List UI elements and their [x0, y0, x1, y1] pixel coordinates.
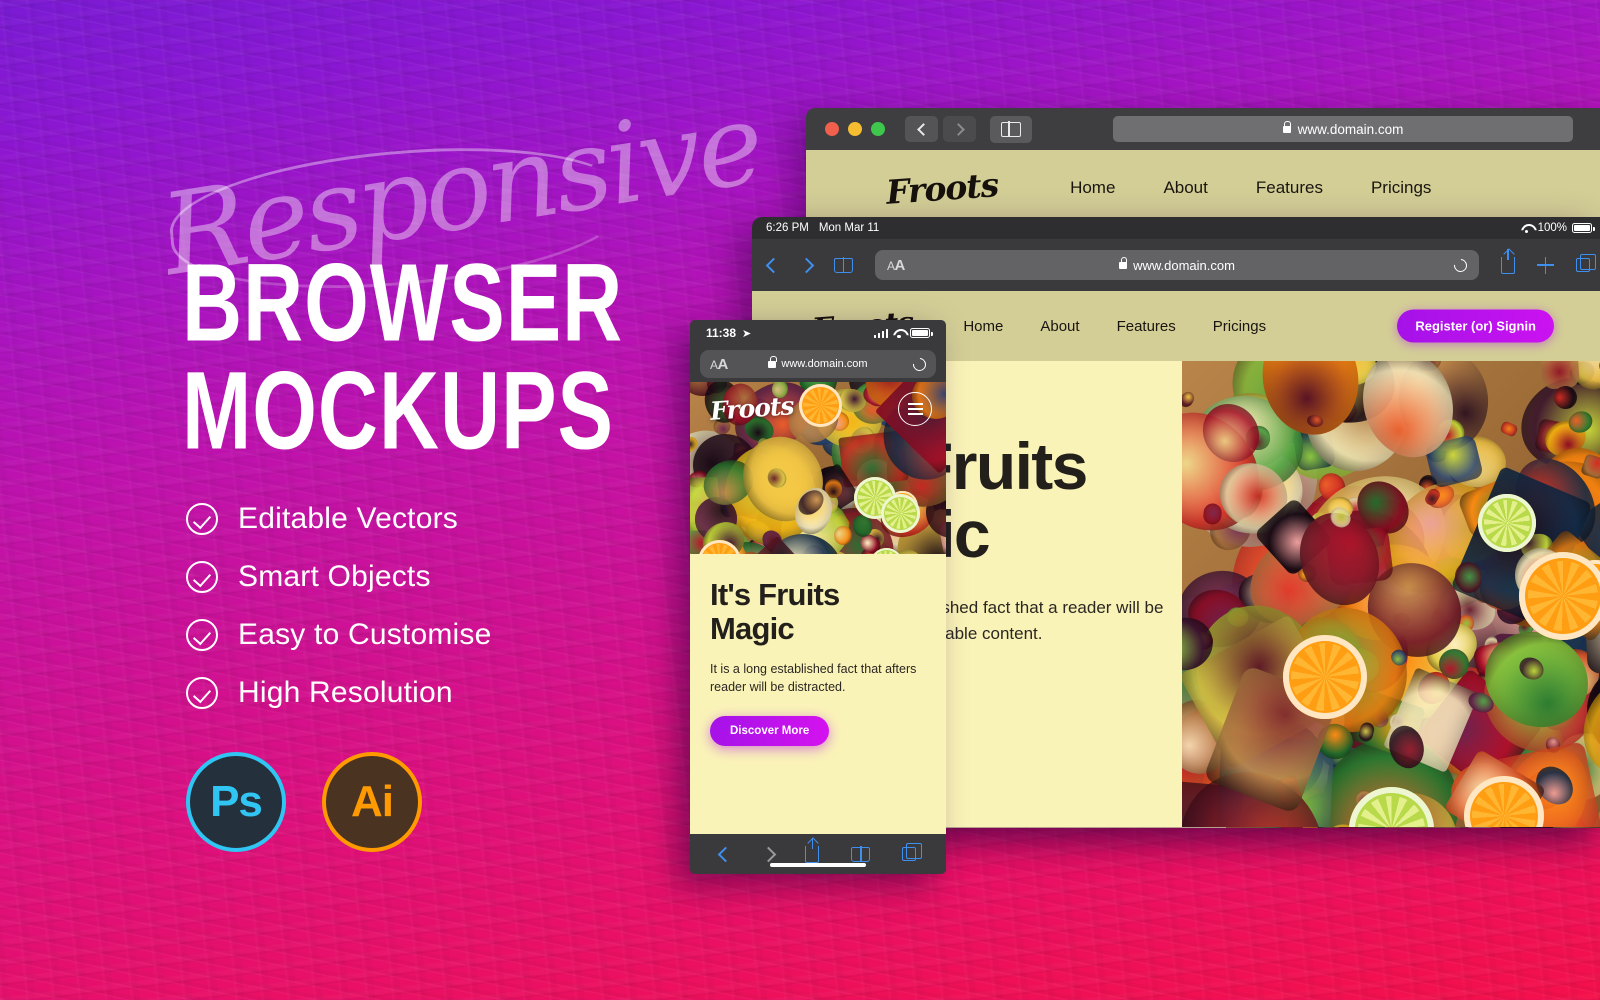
phone-page-content: Froots It's Fruits Magic It is a long es…: [690, 382, 946, 834]
forward-button[interactable]: [760, 846, 776, 862]
address-url: www.domain.com: [781, 358, 868, 370]
tabs-button[interactable]: [902, 843, 923, 861]
check-circle-icon: [186, 677, 218, 709]
illustrator-badge: Ai: [322, 752, 422, 852]
chevron-right-icon: [951, 122, 965, 136]
nav-link-home[interactable]: Home: [1070, 178, 1115, 198]
tablet-browser-toolbar: AA www.domain.com: [752, 239, 1600, 291]
back-button[interactable]: [717, 846, 734, 862]
status-time: 6:26 PM: [766, 222, 809, 234]
address-url-wrapper: www.domain.com: [875, 257, 1479, 273]
headline-line-2: MOCKUPS: [182, 348, 614, 473]
phone-browser-toolbar: AA www.domain.com: [690, 346, 946, 382]
lock-icon: [768, 356, 777, 368]
phone-tab-bar: [690, 834, 946, 874]
back-button[interactable]: [765, 257, 782, 273]
share-button[interactable]: [1501, 248, 1515, 274]
address-bar[interactable]: AA www.domain.com: [875, 250, 1479, 280]
address-bar-wrapper: www.domain.com: [1092, 116, 1594, 142]
nav-link-pricings[interactable]: Pricings: [1213, 318, 1266, 335]
tablet-status-bar: 6:26 PM Mon Mar 11 100%: [752, 217, 1600, 239]
window-controls[interactable]: [825, 122, 885, 136]
check-circle-icon: [186, 503, 218, 535]
feature-label: High Resolution: [238, 676, 453, 709]
check-circle-icon: [186, 561, 218, 593]
zoom-button[interactable]: [871, 122, 885, 136]
nav-link-home[interactable]: Home: [963, 318, 1003, 335]
software-badges: Ps Ai: [186, 752, 422, 852]
address-url: www.domain.com: [1297, 121, 1404, 137]
list-item: Editable Vectors: [186, 490, 492, 548]
check-circle-icon: [186, 619, 218, 651]
bookmarks-button[interactable]: [834, 256, 853, 274]
site-nav-links: Home About Features Pricings: [1070, 178, 1431, 198]
feature-label: Editable Vectors: [238, 502, 458, 535]
battery-percent: 100%: [1537, 222, 1567, 234]
address-bar[interactable]: AA www.domain.com: [700, 350, 936, 378]
cellular-signal-icon: [873, 328, 888, 338]
address-url-wrapper: www.domain.com: [700, 356, 936, 370]
share-button[interactable]: [805, 837, 820, 863]
status-date: Mon Mar 11: [818, 222, 880, 234]
list-item: High Resolution: [186, 664, 492, 722]
forward-button[interactable]: [798, 257, 815, 273]
status-indicators: 100%: [1521, 222, 1595, 234]
discover-more-button[interactable]: Discover More: [710, 716, 830, 747]
navigation-buttons[interactable]: [905, 116, 976, 142]
new-tab-button[interactable]: [1537, 256, 1554, 274]
address-url: www.domain.com: [1133, 257, 1235, 273]
hero-title-line-2: Magic: [710, 611, 795, 647]
battery-icon: [910, 328, 933, 338]
tabs-button[interactable]: [1576, 254, 1596, 272]
nav-link-pricings[interactable]: Pricings: [1371, 178, 1431, 198]
minimize-button[interactable]: [848, 122, 862, 136]
site-nav-links: Home About Features Pricings: [963, 318, 1266, 335]
close-button[interactable]: [825, 122, 839, 136]
status-time: 11:38: [706, 326, 737, 340]
chevron-left-icon: [916, 122, 930, 136]
nav-link-about[interactable]: About: [1040, 318, 1079, 335]
back-button[interactable]: [905, 116, 938, 142]
sidebar-toggle-icon: [1001, 120, 1021, 138]
bookmarks-button[interactable]: [851, 845, 871, 863]
hero-sub-line-2: reader will be distracted.: [710, 680, 846, 695]
hero-copy: It's Fruits Magic It is a long establish…: [710, 577, 928, 747]
address-bar[interactable]: www.domain.com: [1113, 116, 1573, 142]
lock-icon: [1282, 121, 1291, 133]
site-logo[interactable]: Froots: [709, 391, 794, 426]
sidebar-toggle-button[interactable]: [990, 115, 1032, 143]
phone-browser-mockup: 11:38 ➤ AA www.domain.com Froots It's Fr…: [690, 320, 946, 874]
hamburger-menu-icon[interactable]: [898, 392, 932, 426]
status-indicators: [873, 328, 933, 338]
photoshop-badge: Ps: [186, 752, 286, 852]
site-navbar: Froots Home About Features Pricings: [806, 150, 1600, 226]
hero-subtitle: It is a long established fact that after…: [710, 660, 928, 696]
page-title: BROWSER MOCKUPS: [182, 240, 624, 473]
feature-label: Smart Objects: [238, 560, 431, 593]
nav-link-about[interactable]: About: [1163, 178, 1207, 198]
phone-status-bar: 11:38 ➤: [690, 320, 946, 346]
lock-icon: [1119, 257, 1128, 269]
nav-link-features[interactable]: Features: [1117, 318, 1176, 335]
hero-sub-line-1: It is a long established fact that after…: [710, 662, 917, 677]
list-item: Smart Objects: [186, 548, 492, 606]
headline-line-1: BROWSER: [182, 240, 624, 365]
feature-label: Easy to Customise: [238, 618, 492, 651]
register-signin-button[interactable]: Register (or) Signin: [1397, 309, 1554, 343]
hero-title: It's Fruits Magic: [710, 577, 928, 647]
battery-icon: [1572, 223, 1595, 233]
fruit-photo: [1182, 361, 1600, 827]
hero-title-line-1: It's Fruits: [710, 577, 840, 612]
feature-list: Editable Vectors Smart Objects Easy to C…: [186, 490, 492, 722]
poster-panel: Responsive BROWSER MOCKUPS Editable Vect…: [0, 0, 769, 1000]
location-arrow-icon: ➤: [742, 327, 752, 340]
desktop-browser-chrome: www.domain.com: [806, 108, 1600, 150]
nav-link-features[interactable]: Features: [1256, 178, 1323, 198]
site-logo[interactable]: Froots: [885, 165, 1000, 212]
wifi-icon: [1521, 224, 1533, 233]
forward-button[interactable]: [943, 116, 976, 142]
wifi-icon: [893, 329, 905, 338]
list-item: Easy to Customise: [186, 606, 492, 664]
